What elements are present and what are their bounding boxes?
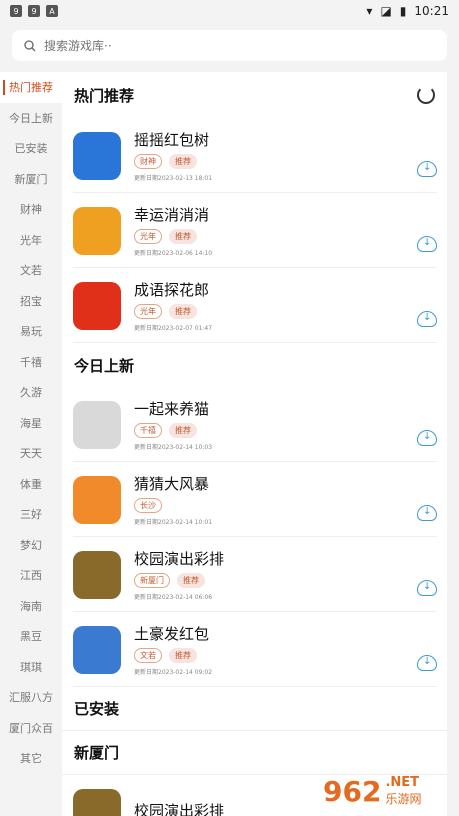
- cloud-download-icon[interactable]: [417, 310, 437, 327]
- game-tag: 新厦门: [134, 573, 170, 588]
- status-bar: 9 9 A ▾ ◪ ▮ 10:21: [0, 0, 459, 22]
- notification-icon: 9: [28, 5, 40, 17]
- game-name: 猜猜大风暴: [134, 475, 210, 493]
- search-input[interactable]: [44, 38, 194, 53]
- sidebar-item[interactable]: 其它: [0, 743, 62, 774]
- cloud-download-icon[interactable]: [417, 429, 437, 446]
- section-title: 热门推荐: [74, 86, 135, 105]
- sidebar-item[interactable]: 久游: [0, 377, 62, 408]
- sidebar-item[interactable]: 已安装: [0, 133, 62, 164]
- game-tag: 千禧: [134, 423, 162, 438]
- game-name: 成语探花郎: [134, 281, 210, 299]
- sidebar-item[interactable]: 光年: [0, 225, 62, 256]
- game-name: 摇摇红包树: [134, 131, 210, 149]
- game-row[interactable]: 成语探花郎光年 推荐更新日期2023-02-07 01:47: [62, 268, 447, 343]
- sidebar-item[interactable]: 天天: [0, 438, 62, 469]
- search-bar[interactable]: [12, 30, 447, 61]
- game-update-date: 更新日期2023-02-14 09:02: [134, 669, 213, 676]
- notification-icon: A: [46, 5, 58, 17]
- game-tag: 推荐: [169, 229, 197, 244]
- sidebar-item[interactable]: 今日上新: [0, 103, 62, 134]
- sidebar-item[interactable]: 新厦门: [0, 164, 62, 195]
- sidebar-item[interactable]: 千禧: [0, 347, 62, 378]
- watermark-logo: 962 .NET 乐游网: [323, 770, 455, 812]
- game-icon[interactable]: [73, 400, 121, 449]
- section-title: 已安装: [74, 700, 120, 718]
- sidebar-item[interactable]: 海南: [0, 591, 62, 622]
- game-tag: 推荐: [177, 573, 205, 588]
- game-row[interactable]: 一起来养猫千禧 推荐更新日期2023-02-14 10:03: [62, 387, 447, 462]
- game-tag: 推荐: [169, 304, 197, 319]
- sidebar-item[interactable]: 汇服八方: [0, 682, 62, 713]
- game-update-date: 更新日期2023-02-14 10:03: [134, 444, 213, 451]
- sidebar-item[interactable]: 琪琪: [0, 652, 62, 683]
- no-signal-icon: ◪: [380, 4, 392, 18]
- game-row[interactable]: 摇摇红包树财神 推荐更新日期2023-02-13 18:01: [62, 118, 447, 193]
- sidebar-item[interactable]: 易玩: [0, 316, 62, 347]
- game-tag: 长沙: [134, 498, 162, 513]
- sidebar-item[interactable]: 财神: [0, 194, 62, 225]
- game-tag: 推荐: [169, 154, 197, 169]
- sidebar-item[interactable]: 江西: [0, 560, 62, 591]
- game-update-date: 更新日期2023-02-14 06:06: [134, 594, 213, 601]
- status-time: 10:21: [414, 4, 449, 18]
- sidebar-item[interactable]: 热门推荐: [0, 72, 62, 103]
- game-icon[interactable]: [73, 788, 121, 816]
- cloud-download-icon[interactable]: [417, 654, 437, 671]
- watermark-net: .NET: [385, 775, 420, 790]
- cloud-download-icon[interactable]: [417, 160, 437, 177]
- game-update-date: 更新日期2023-02-07 01:47: [134, 325, 213, 332]
- battery-icon: ▮: [399, 4, 407, 18]
- cloud-download-icon[interactable]: [417, 235, 437, 252]
- refresh-icon[interactable]: [417, 86, 435, 104]
- game-name: 幸运消消消: [134, 206, 210, 224]
- game-tag: 推荐: [169, 423, 197, 438]
- main-content: 热门推荐 摇摇红包树财神推荐更新日期2023-02-13 18:01幸运消消消光…: [62, 72, 447, 816]
- game-name: 一起来养猫: [134, 400, 210, 418]
- game-update-date: 更新日期2023-02-06 14:10: [134, 250, 213, 257]
- notification-icon: 9: [10, 5, 22, 17]
- section-xiamen: 新厦门: [62, 731, 447, 775]
- sidebar-item[interactable]: 海星: [0, 408, 62, 439]
- sidebar-item[interactable]: 梦幻: [0, 530, 62, 561]
- game-tag: 推荐: [169, 648, 197, 663]
- sidebar-item[interactable]: 文若: [0, 255, 62, 286]
- section-hot: 热门推荐: [62, 72, 447, 118]
- sidebar-item[interactable]: 黑豆: [0, 621, 62, 652]
- game-tag: 文若: [134, 648, 162, 663]
- game-row[interactable]: 幸运消消消光年 推荐更新日期2023-02-06 14:10: [62, 193, 447, 268]
- search-icon: [24, 39, 36, 51]
- section-installed: 已安装: [62, 687, 447, 731]
- cloud-download-icon[interactable]: [417, 579, 437, 596]
- section-title: 新厦门: [74, 744, 120, 762]
- game-icon[interactable]: [73, 625, 121, 674]
- game-tag: 光年: [134, 304, 162, 319]
- game-icon[interactable]: [73, 206, 121, 255]
- game-name: 校园演出彩排: [134, 550, 225, 568]
- game-name: 土豪发红包: [134, 625, 210, 643]
- game-icon[interactable]: [73, 281, 121, 330]
- sidebar-item[interactable]: 三好: [0, 499, 62, 530]
- section-title: 今日上新: [74, 356, 135, 375]
- sidebar-item[interactable]: 厦门众百: [0, 713, 62, 744]
- game-tag: 财神: [134, 154, 162, 169]
- sidebar: 热门推荐 今日上新 已安装 新厦门 财神 光年 文若 招宝 易玩 千禧 久游 海星 天天 体重 三好 梦幻 江西…: [0, 72, 62, 816]
- game-update-date: 更新日期2023-02-13 18:01: [134, 175, 213, 182]
- sidebar-item[interactable]: 招宝: [0, 286, 62, 317]
- game-tag: 光年: [134, 229, 162, 244]
- section-new: 今日上新: [62, 343, 447, 387]
- wifi-icon: ▾: [366, 4, 373, 18]
- game-row[interactable]: 校园演出彩排 新厦门 推荐更新日期2023-02-14 06:06: [62, 537, 447, 612]
- cloud-download-icon[interactable]: [417, 504, 437, 521]
- game-update-date: 更新日期2023-02-14 10:01: [134, 519, 213, 526]
- watermark-number: 962: [323, 774, 382, 808]
- game-row[interactable]: 猜猜大风暴长沙更新日期2023-02-14 10:01: [62, 462, 447, 537]
- game-row[interactable]: 土豪发红包文若 推荐更新日期2023-02-14 09:02: [62, 612, 447, 687]
- game-icon[interactable]: [73, 475, 121, 524]
- game-icon[interactable]: [73, 550, 121, 599]
- game-icon[interactable]: [73, 131, 121, 180]
- sidebar-item[interactable]: 体重: [0, 469, 62, 500]
- watermark-cn: 乐游网: [385, 792, 422, 806]
